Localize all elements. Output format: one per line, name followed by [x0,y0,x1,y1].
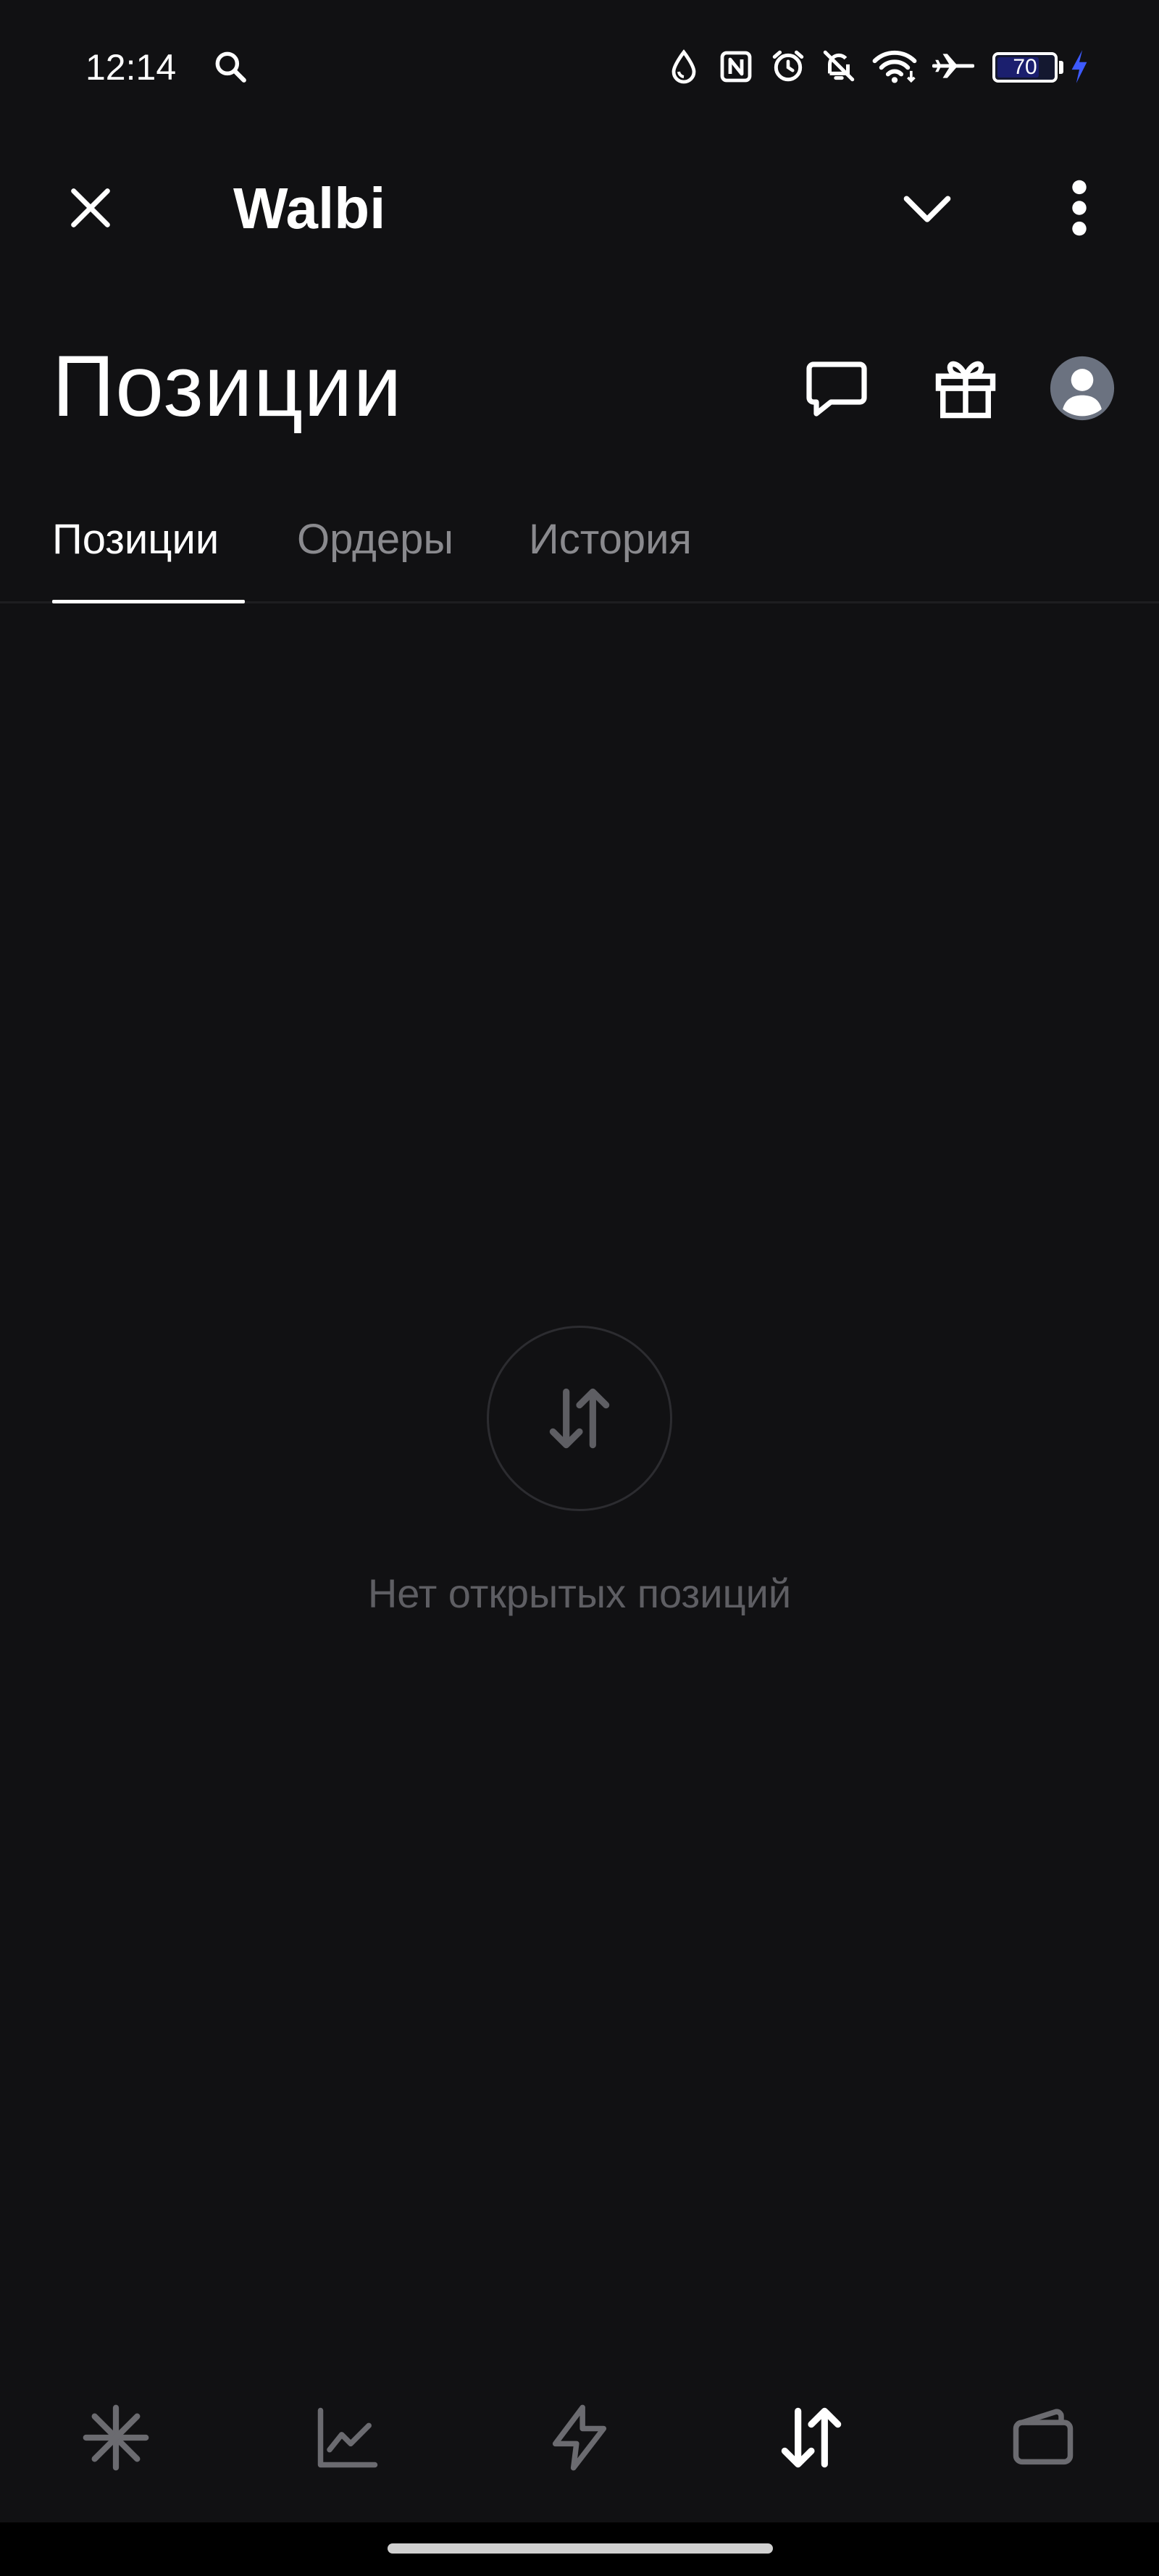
chat-icon[interactable] [797,349,876,429]
nav-chart[interactable] [301,2391,395,2485]
page-title: Позиции [52,338,403,435]
bell-off-icon [819,45,859,87]
status-time: 12:14 [85,47,177,88]
chart-icon [311,2401,384,2474]
swap-vertical-icon [540,1379,619,1458]
swap-vertical-icon [771,2398,851,2477]
search-icon [210,46,251,87]
battery-tip [1059,61,1063,74]
chevron-down-icon[interactable] [891,168,963,248]
lightning-icon [543,2401,616,2474]
nfc-icon [716,46,756,87]
nav-lightning[interactable] [532,2391,627,2485]
airplane-icon [930,45,976,87]
profile-avatar-icon[interactable] [1047,354,1117,423]
nav-positions[interactable] [764,2391,858,2485]
more-vert-icon[interactable] [1043,168,1116,248]
battery-level: 70 [1013,55,1037,79]
tab-orders[interactable]: Ордеры [297,511,453,569]
active-tab-indicator [52,600,245,603]
empty-state-icon-circle [487,1326,672,1511]
nav-wallet[interactable] [996,2391,1090,2485]
wallet-icon [1007,2401,1079,2474]
close-icon[interactable] [51,168,130,248]
drop-icon [666,46,701,87]
sparkle-icon [76,2398,156,2477]
battery-icon: 70 [992,52,1058,83]
empty-state-message: Нет открытых позиций [367,1571,792,1616]
nav-sparkle[interactable] [69,2391,163,2485]
wifi-icon [869,45,920,87]
alarm-icon [768,45,808,87]
gift-icon[interactable] [926,348,1005,429]
tab-positions[interactable]: Позиции [52,511,219,569]
charging-icon [1065,46,1094,87]
home-indicator[interactable] [388,2543,773,2554]
tab-history[interactable]: История [529,511,692,569]
app-title: Walbi [233,176,386,241]
